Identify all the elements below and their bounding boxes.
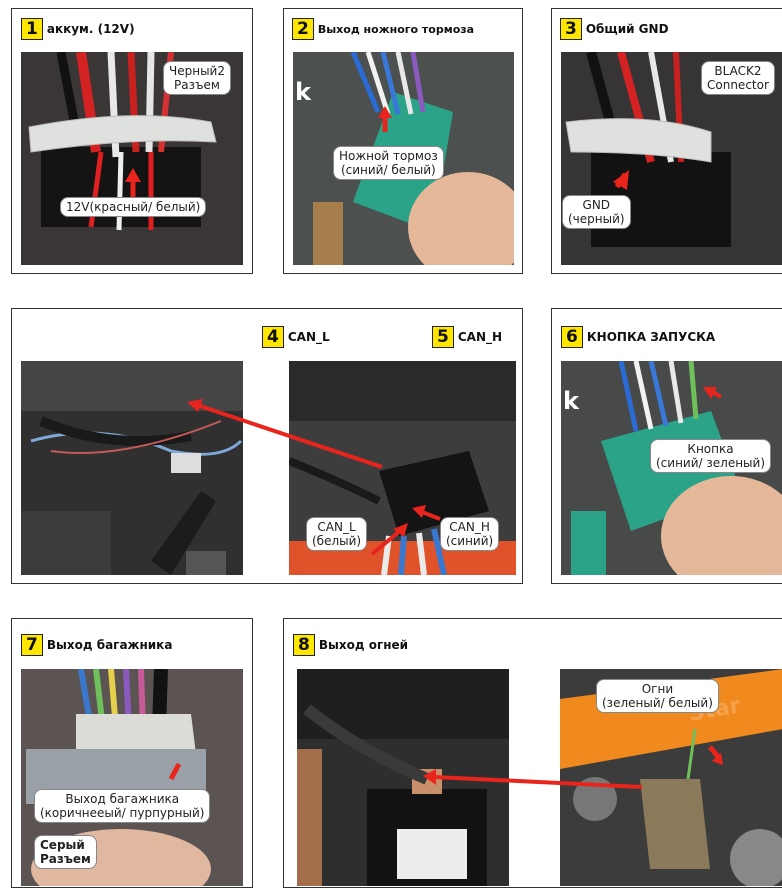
- label-12v-wire: 12V(красный/ белый): [60, 197, 207, 217]
- label-connector: Черный2 Разъем: [163, 61, 231, 95]
- panel-trunk: 7 Выход багажника Выход багажника (корич…: [11, 618, 253, 888]
- label-foot-brake: Ножной тормоз (синий/ белый): [333, 146, 444, 180]
- panel-ground: 3 Общий GND BLACK2 Connector GND (черный…: [551, 8, 782, 274]
- label-grey-connector: Серый Разъем: [34, 835, 97, 869]
- panel-can-bus: 4 CAN_L 5 CAN_H CAN_L (белый) CAN_H (син…: [11, 308, 523, 584]
- brand-mark: k: [295, 78, 312, 106]
- step-title-ground: Общий GND: [585, 22, 669, 36]
- brand-mark: k: [563, 387, 580, 415]
- step-title-battery: аккум. (12V): [46, 22, 135, 36]
- step-number-1: 1: [21, 18, 43, 40]
- step-title-foot-brake: Выход ножного тормоза: [317, 22, 475, 36]
- label-trunk: Выход багажника (коричнееый/ пурпурный): [34, 789, 211, 823]
- step-number-7: 7: [21, 634, 43, 656]
- panel-battery: 1 аккум. (12V) Черный2 Разъем 12V(красны…: [11, 8, 253, 274]
- arrows-can: [187, 399, 441, 556]
- panel-foot-brake: 2 Выход ножного тормоза k Ножной тормоз …: [283, 8, 523, 274]
- label-start-button: Кнопка (синий/ зеленый): [650, 439, 771, 473]
- step-number-2: 2: [292, 18, 314, 40]
- step-number-3: 3: [560, 18, 582, 40]
- arrow-lights: [423, 769, 643, 789]
- label-black-connector: BLACK2 Connector: [701, 61, 775, 95]
- panel-lights: 8 Выход огней Star Огни (зеленый/ белый: [283, 618, 782, 888]
- label-gnd: GND (черный): [562, 195, 631, 229]
- panel-start-button: 6 КНОПКА ЗАПУСКА k Кнопка (синий/ зелены…: [551, 308, 782, 584]
- step-title-start-button: КНОПКА ЗАПУСКА: [586, 330, 716, 344]
- step-title-trunk: Выход багажника: [46, 638, 173, 652]
- step-number-6: 6: [561, 326, 583, 348]
